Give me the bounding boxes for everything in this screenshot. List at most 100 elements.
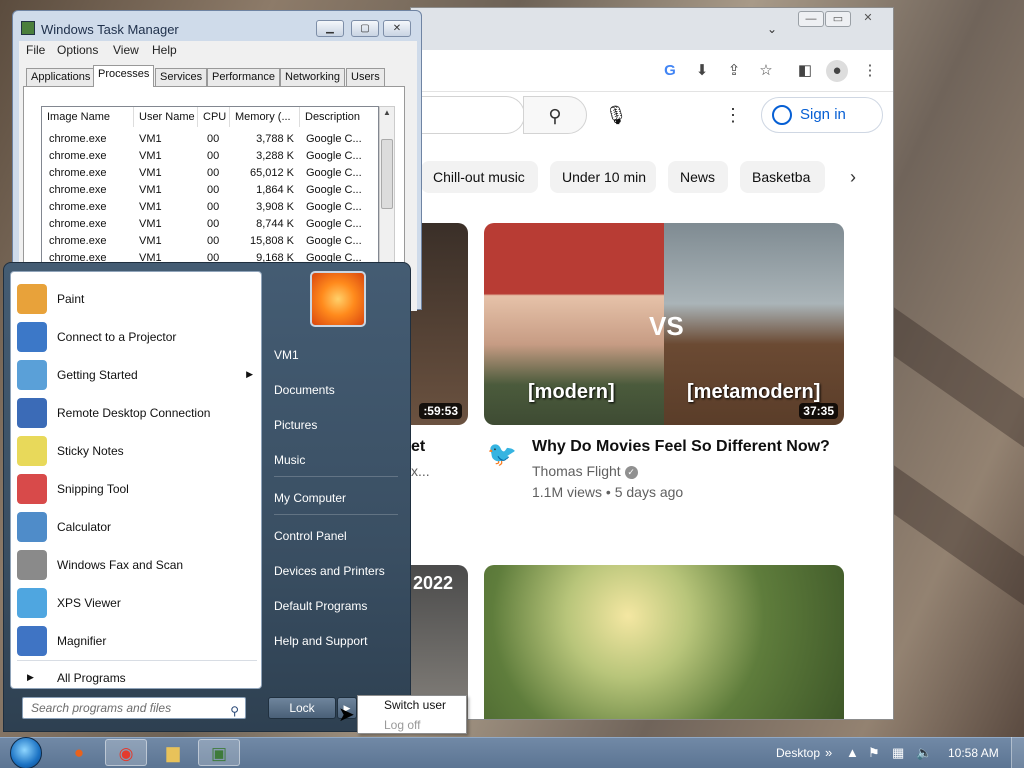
install-icon[interactable]: ⬇ xyxy=(691,60,713,82)
start-item-sticky-notes[interactable]: Sticky Notes xyxy=(15,434,259,470)
maximize-button[interactable]: ▢ xyxy=(351,20,379,37)
column-user-name[interactable]: User Name xyxy=(134,107,198,127)
start-item-getting-started[interactable]: Getting Started ▶ xyxy=(15,358,259,394)
tab-performance[interactable]: Performance xyxy=(207,68,280,86)
menu-options[interactable]: Options xyxy=(57,43,98,57)
minimize-button[interactable]: ▁ xyxy=(316,20,344,37)
profile-icon[interactable]: ● xyxy=(826,60,848,82)
column-memory[interactable]: Memory (... xyxy=(230,107,300,127)
start-link-pictures[interactable]: Pictures xyxy=(274,418,317,432)
search-placeholder: Search programs and files xyxy=(31,701,172,715)
table-row[interactable]: chrome.exe VM1 00 3,788 K Google C... xyxy=(42,131,378,148)
video-title[interactable]: Why Do Movies Feel So Different Now? xyxy=(532,438,830,456)
start-link-devices-printers[interactable]: Devices and Printers xyxy=(274,564,385,578)
start-link-control-panel[interactable]: Control Panel xyxy=(274,529,347,543)
show-desktop-button[interactable] xyxy=(1011,737,1024,768)
start-item-calculator[interactable]: Calculator xyxy=(15,510,259,546)
file-explorer-icon[interactable]: ▆ xyxy=(152,739,194,766)
table-row[interactable]: chrome.exe VM1 00 3,288 K Google C... xyxy=(42,148,378,165)
start-item-magnifier[interactable]: Magnifier xyxy=(15,624,259,660)
all-programs-button[interactable]: ▶ All Programs xyxy=(21,668,257,690)
chip-basketball[interactable]: Basketba xyxy=(740,161,825,193)
start-link-documents[interactable]: Documents xyxy=(274,383,335,397)
task-manager-icon xyxy=(21,21,35,35)
start-link-vm1[interactable]: VM1 xyxy=(274,348,299,362)
task-manager-taskbar-icon[interactable]: ▣ xyxy=(198,739,240,766)
table-cell: 3,908 K xyxy=(256,201,294,213)
bookmark-star-icon[interactable]: ☆ xyxy=(755,60,777,82)
search-input[interactable] xyxy=(411,96,525,134)
table-row[interactable]: chrome.exe VM1 00 8,744 K Google C... xyxy=(42,216,378,233)
thumbnail-label-modern: [modern] xyxy=(528,381,615,403)
chip-under-10-min[interactable]: Under 10 min xyxy=(550,161,656,193)
start-link-help-support[interactable]: Help and Support xyxy=(274,634,367,648)
desktop-toolbar-label[interactable]: Desktop xyxy=(776,746,820,760)
channel-name[interactable]: Thomas Flight ✓ xyxy=(532,463,638,479)
lock-button[interactable]: Lock xyxy=(268,697,336,719)
video-title-partial[interactable]: et xyxy=(411,438,425,456)
chip-chill-out-music[interactable]: Chill-out music xyxy=(421,161,538,193)
voice-search-icon[interactable]: 🎙 xyxy=(601,100,631,130)
more-options-icon[interactable]: ⋮ xyxy=(721,103,745,127)
close-button[interactable]: ✕ xyxy=(383,20,411,37)
clock[interactable]: 10:58 AM xyxy=(948,746,999,760)
start-item-windows-fax-and-scan[interactable]: Windows Fax and Scan xyxy=(15,548,259,584)
tab-networking[interactable]: Networking xyxy=(280,68,346,86)
volume-icon[interactable]: 🔈 xyxy=(916,745,932,761)
table-cell: 00 xyxy=(207,201,220,213)
video-thumbnail[interactable] xyxy=(484,565,844,719)
sign-in-button[interactable]: Sign in xyxy=(761,97,883,133)
column-cpu[interactable]: CPU xyxy=(198,107,230,127)
start-link-default-programs[interactable]: Default Programs xyxy=(274,599,367,613)
scroll-up-icon[interactable]: ▲ xyxy=(383,108,391,117)
start-item-paint[interactable]: Paint xyxy=(15,282,259,318)
column-description[interactable]: Description xyxy=(300,107,378,127)
close-button[interactable]: ✕ xyxy=(855,11,881,27)
video-thumbnail[interactable]: VS [modern] [metamodern] 37:35 xyxy=(484,223,844,425)
column-image-name[interactable]: Image Name xyxy=(42,107,134,127)
menu-view[interactable]: View xyxy=(113,43,139,57)
show-hidden-icons-icon[interactable]: ▲ xyxy=(846,745,859,760)
maximize-button[interactable]: ▭ xyxy=(825,11,851,27)
share-icon[interactable]: ⇪ xyxy=(723,60,745,82)
start-item-connect-to-a-projector[interactable]: Connect to a Projector xyxy=(15,320,259,356)
start-link-my-computer[interactable]: My Computer xyxy=(274,491,346,505)
start-item-xps-viewer[interactable]: XPS Viewer xyxy=(15,586,259,622)
menu-help[interactable]: Help xyxy=(152,43,177,57)
chevron-right-icon[interactable]: › xyxy=(839,163,867,191)
scrollbar-thumb[interactable] xyxy=(381,139,393,209)
minimize-button[interactable]: — xyxy=(798,11,824,27)
log-off-item[interactable]: Log off xyxy=(384,718,420,732)
scrollbar[interactable]: ▲ xyxy=(379,106,395,271)
tab-services[interactable]: Services xyxy=(155,68,208,86)
table-row[interactable]: chrome.exe VM1 00 1,864 K Google C... xyxy=(42,182,378,199)
magnifier-icon xyxy=(17,626,47,656)
tab-applications[interactable]: Applications xyxy=(26,68,96,86)
toolbar-expand-icon[interactable]: » xyxy=(825,745,832,760)
firefox-icon[interactable]: ● xyxy=(58,739,100,766)
table-row[interactable]: chrome.exe VM1 00 3,908 K Google C... xyxy=(42,199,378,216)
start-button[interactable] xyxy=(8,737,46,768)
tab-dropdown-icon[interactable]: ⌄ xyxy=(767,22,777,36)
chip-news[interactable]: News xyxy=(668,161,728,193)
search-button[interactable]: ⚲ xyxy=(523,96,587,134)
start-item-remote-desktop-connection[interactable]: Remote Desktop Connection xyxy=(15,396,259,432)
menu-file[interactable]: File xyxy=(26,43,45,57)
start-item-snipping-tool[interactable]: Snipping Tool xyxy=(15,472,259,508)
start-link-music[interactable]: Music xyxy=(274,453,305,467)
tab-users[interactable]: Users xyxy=(346,68,385,86)
google-icon[interactable]: G xyxy=(659,60,681,82)
action-center-icon[interactable]: ⚑ xyxy=(868,745,880,761)
table-row[interactable]: chrome.exe VM1 00 65,012 K Google C... xyxy=(42,165,378,182)
table-row[interactable]: chrome.exe VM1 00 15,808 K Google C... xyxy=(42,233,378,250)
windows-logo-icon xyxy=(10,737,42,768)
switch-user-item[interactable]: Switch user xyxy=(384,698,446,712)
user-picture[interactable] xyxy=(310,271,366,327)
chrome-menu-icon[interactable]: ⋮ xyxy=(859,60,881,82)
chrome-icon[interactable]: ◉ xyxy=(105,739,147,766)
tab-processes[interactable]: Processes xyxy=(93,65,155,87)
network-icon[interactable]: ▦ xyxy=(892,745,904,761)
channel-avatar[interactable]: 🐦 xyxy=(486,440,518,472)
side-panel-icon[interactable]: ◧ xyxy=(794,60,816,82)
search-programs-input[interactable]: Search programs and files ⚲ xyxy=(22,697,246,719)
